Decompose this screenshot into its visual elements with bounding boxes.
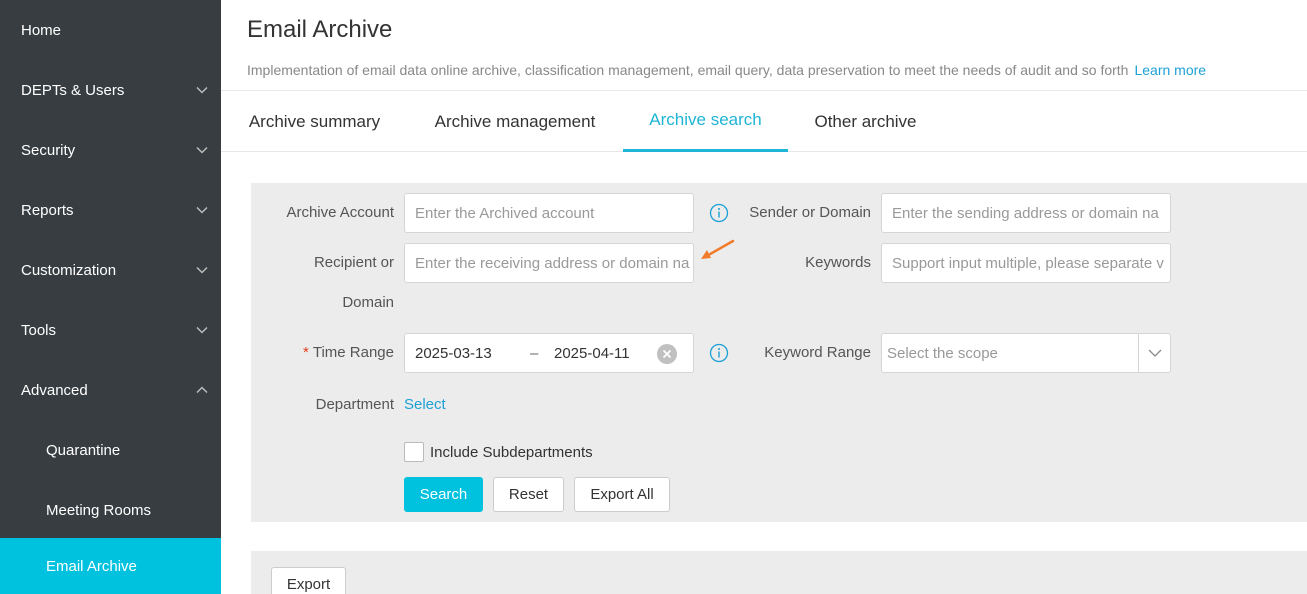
- sidebar-item-email-archive[interactable]: Email Archive: [0, 538, 221, 594]
- sidebar-item-meeting-rooms[interactable]: Meeting Rooms: [0, 480, 221, 540]
- time-range-picker[interactable]: 2025-03-13 – 2025-04-11: [404, 333, 694, 373]
- tab-archive-search[interactable]: Archive search: [623, 91, 788, 152]
- annotation-arrow-icon: [701, 239, 735, 259]
- sidebar-item-customization[interactable]: Customization: [0, 240, 221, 300]
- sidebar-item-home[interactable]: Home: [0, 0, 221, 60]
- clear-icon[interactable]: [657, 344, 677, 364]
- sender-domain-input[interactable]: Enter the sending address or domain na: [881, 193, 1171, 233]
- sidebar-item-label: Advanced: [21, 381, 88, 399]
- keyword-range-placeholder: Select the scope: [887, 344, 998, 362]
- recipient-domain-label: Recipient or: [313, 254, 394, 271]
- tab-bar: Archive summary Archive management Archi…: [221, 90, 1307, 152]
- export-all-button[interactable]: Export All: [574, 477, 670, 512]
- keywords-label: Keywords: [805, 254, 871, 271]
- keyword-range-select[interactable]: Select the scope: [881, 333, 1171, 373]
- archive-account-input[interactable]: Enter the Archived account: [404, 193, 694, 233]
- sidebar-item-label: Tools: [21, 321, 57, 339]
- sidebar-item-label: Reports: [21, 201, 74, 219]
- chevron-down-icon: [196, 266, 208, 274]
- tab-other-archive[interactable]: Other archive: [813, 91, 918, 152]
- archive-account-label: Archive Account: [286, 204, 394, 221]
- chevron-down-icon: [196, 206, 208, 214]
- chevron-down-icon: [196, 326, 208, 334]
- info-icon[interactable]: [709, 203, 729, 223]
- search-panel: Archive Account Enter the Archived accou…: [251, 183, 1307, 522]
- sidebar-item-quarantine[interactable]: Quarantine: [0, 420, 221, 480]
- sidebar-item-label: Email Archive: [46, 557, 137, 575]
- sidebar-item-label: Security: [21, 141, 76, 159]
- include-subdepartments-label: Include Subdepartments: [430, 444, 593, 461]
- time-range-text: Time Range: [312, 344, 394, 361]
- description-text: Implementation of email data online arch…: [247, 62, 1129, 78]
- sidebar-item-tools[interactable]: Tools: [0, 300, 221, 360]
- department-label: Department: [315, 396, 394, 413]
- sidebar-item-label: Customization: [21, 261, 117, 279]
- sidebar: Home DEPTs & Users Security Reports Cust…: [0, 0, 221, 594]
- time-end-value[interactable]: 2025-04-11: [554, 345, 630, 362]
- search-button[interactable]: Search: [404, 477, 483, 512]
- time-range-label: * Time Range: [303, 344, 394, 361]
- tab-archive-management[interactable]: Archive management: [432, 91, 598, 152]
- sender-domain-label: Sender or Domain: [749, 204, 871, 221]
- chevron-down-icon: [196, 146, 208, 154]
- reset-button[interactable]: Reset: [493, 477, 564, 512]
- tab-archive-summary[interactable]: Archive summary: [247, 91, 382, 152]
- results-panel: Export: [251, 551, 1307, 594]
- sidebar-item-label: Home: [21, 21, 62, 39]
- keyword-range-label: Keyword Range: [764, 344, 871, 361]
- sidebar-item-reports[interactable]: Reports: [0, 180, 221, 240]
- page-title: Email Archive: [247, 16, 393, 43]
- chevron-up-icon: [196, 386, 208, 394]
- required-mark: *: [303, 344, 309, 361]
- include-subdepartments-checkbox[interactable]: [404, 442, 424, 462]
- sidebar-item-label: Quarantine: [46, 441, 121, 459]
- learn-more-link[interactable]: Learn more: [1134, 62, 1206, 78]
- chevron-down-icon: [196, 86, 208, 94]
- chevron-down-icon: [1148, 349, 1162, 357]
- info-icon[interactable]: [709, 343, 729, 363]
- sidebar-item-security[interactable]: Security: [0, 120, 221, 180]
- recipient-domain-input[interactable]: Enter the receiving address or domain na: [404, 243, 694, 283]
- time-start-value[interactable]: 2025-03-13: [415, 345, 492, 362]
- sidebar-item-label: Meeting Rooms: [46, 501, 152, 519]
- export-button[interactable]: Export: [271, 567, 346, 594]
- sidebar-item-advanced[interactable]: Advanced: [0, 360, 221, 420]
- time-range-separator: –: [530, 344, 539, 362]
- department-select-link[interactable]: Select: [404, 396, 446, 413]
- sidebar-item-depts-users[interactable]: DEPTs & Users: [0, 60, 221, 120]
- keywords-input[interactable]: Support input multiple, please separate …: [881, 243, 1171, 283]
- dropdown-toggle[interactable]: [1138, 334, 1170, 372]
- page-description: Implementation of email data online arch…: [247, 62, 1206, 78]
- recipient-domain-label-line2: Domain: [342, 294, 394, 311]
- sidebar-item-label: DEPTs & Users: [21, 81, 125, 99]
